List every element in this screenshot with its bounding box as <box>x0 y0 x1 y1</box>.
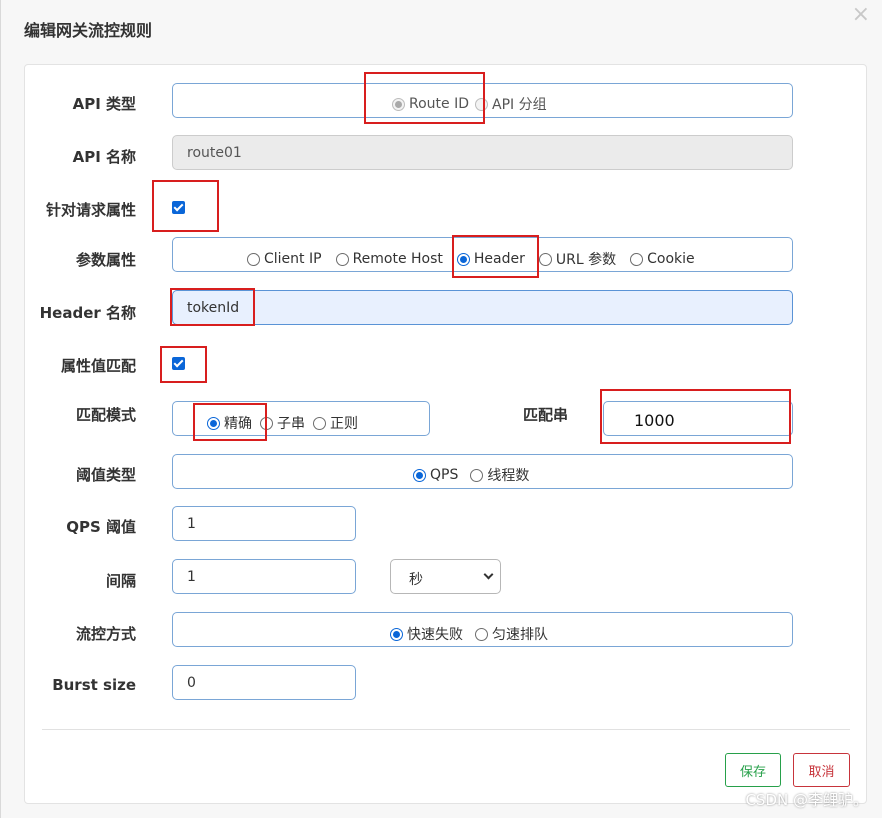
watermark-text: CSDN @李鲤驴。 <box>745 791 868 809</box>
threshold-type-label: 阈值类型 <box>75 466 136 484</box>
api-name-value: route01 <box>187 145 242 161</box>
highlight-box <box>193 403 267 441</box>
behavior-fast-fail-label: 快速失败 <box>407 627 463 643</box>
qps-threshold-label: QPS 阈值 <box>66 518 136 536</box>
radio-icon <box>247 252 260 266</box>
header-name-input[interactable]: tokenId <box>172 290 793 325</box>
param-url-label: URL 参数 <box>555 252 617 268</box>
match-regex-option[interactable]: 正则 <box>313 413 358 433</box>
match-string-label: 匹配串 <box>523 406 569 424</box>
threshold-type-radio-group: QPS 线程数 <box>413 465 529 485</box>
highlight-box <box>152 180 219 232</box>
behavior-fast-fail-option[interactable]: 快速失败 <box>390 624 463 644</box>
request-attr-label: 针对请求属性 <box>45 201 136 219</box>
qps-threshold-value: 1 <box>187 516 196 532</box>
match-regex-label: 正则 <box>330 416 358 432</box>
form-panel: API 类型 Route ID API 分组 API 名称 route01 针对… <box>24 64 867 804</box>
cancel-button[interactable]: 取消 <box>793 753 850 787</box>
burst-size-value: 0 <box>187 675 196 691</box>
control-behavior-radio-group: 快速失败 匀速排队 <box>390 624 548 644</box>
threshold-thread-option[interactable]: 线程数 <box>470 465 529 485</box>
header-name-label: Header 名称 <box>39 304 136 322</box>
threshold-qps-label: QPS <box>430 467 459 483</box>
param-url-option[interactable]: URL 参数 <box>538 249 617 269</box>
save-button[interactable]: 保存 <box>725 753 781 787</box>
radio-icon <box>335 252 349 266</box>
radio-icon <box>538 252 552 266</box>
match-mode-label: 匹配模式 <box>75 406 136 424</box>
threshold-qps-option[interactable]: QPS <box>413 467 458 483</box>
interval-label: 间隔 <box>105 572 136 590</box>
threshold-thread-label: 线程数 <box>487 468 530 484</box>
radio-icon <box>413 468 426 482</box>
highlight-box <box>452 235 539 278</box>
radio-icon <box>313 416 326 430</box>
radio-icon <box>475 627 488 641</box>
highlight-box <box>364 72 485 124</box>
chevron-down-icon <box>483 569 494 580</box>
interval-unit-select[interactable]: 秒 <box>390 559 501 594</box>
interval-input[interactable]: 1 <box>172 559 356 594</box>
param-cookie-option[interactable]: Cookie <box>630 251 695 267</box>
param-remote-host-option[interactable]: Remote Host <box>335 251 443 267</box>
dialog-title: 编辑网关流控规则 <box>24 21 153 40</box>
param-attr-label: 参数属性 <box>75 251 136 269</box>
api-type-api-group-label: API 分组 <box>492 97 547 113</box>
burst-size-label: Burst size <box>52 676 136 694</box>
api-type-api-group-option[interactable]: API 分组 <box>475 94 547 114</box>
param-remote-host-label: Remote Host <box>352 251 443 267</box>
edit-gateway-flow-rule-dialog: 编辑网关流控规则 × API 类型 Route ID API 分组 API 名称… <box>0 0 882 818</box>
close-icon[interactable]: × <box>852 4 870 26</box>
behavior-queue-option[interactable]: 匀速排队 <box>475 624 548 644</box>
attr-match-label: 属性值匹配 <box>60 357 136 375</box>
control-behavior-label: 流控方式 <box>75 625 136 643</box>
param-cookie-label: Cookie <box>647 251 695 267</box>
behavior-queue-label: 匀速排队 <box>492 627 548 643</box>
radio-icon <box>470 468 484 482</box>
match-substring-label: 子串 <box>277 416 305 432</box>
highlight-box <box>160 346 207 383</box>
api-name-input: route01 <box>172 135 793 170</box>
highlight-box <box>170 288 255 326</box>
interval-unit-value: 秒 <box>409 572 423 588</box>
api-name-label: API 名称 <box>72 148 136 166</box>
burst-size-input[interactable]: 0 <box>172 665 356 700</box>
interval-value: 1 <box>187 569 196 585</box>
qps-threshold-input[interactable]: 1 <box>172 506 356 541</box>
highlight-box <box>600 389 791 444</box>
param-client-ip-label: Client IP <box>264 251 322 267</box>
radio-icon <box>390 627 403 641</box>
radio-icon <box>630 252 644 266</box>
api-type-label: API 类型 <box>72 95 136 113</box>
footer-divider <box>42 729 850 730</box>
param-client-ip-option[interactable]: Client IP <box>247 251 322 267</box>
